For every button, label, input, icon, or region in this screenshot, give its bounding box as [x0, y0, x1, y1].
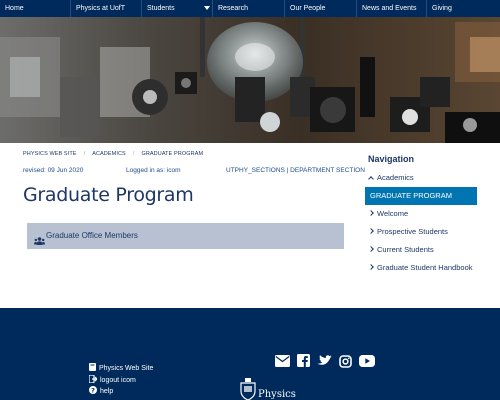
footer: Physics Web Site logout icom ? help Phys… [0, 308, 500, 400]
nav-research[interactable]: Research [213, 0, 285, 17]
nav-news-and-events-label: News and Events [362, 5, 417, 12]
footer-link-physics-web-site[interactable]: Physics Web Site [89, 363, 153, 373]
nav-physics-at-uoft-label: Physics at UofT [76, 5, 126, 12]
sidebar-item-current-students[interactable]: Current Students [365, 241, 477, 259]
sidebar-item-prospective-students[interactable]: Prospective Students [365, 223, 477, 241]
sidebar-item-label: Academics [377, 173, 414, 182]
sidebar-item-label: Prospective Students [377, 227, 448, 236]
sidebar-item-label: Current Students [377, 245, 434, 254]
sidebar-item-label: Welcome [377, 209, 409, 218]
sidebar-item-graduate-student-handbook[interactable]: Graduate Student Handbook [365, 259, 477, 277]
users-icon [34, 232, 45, 250]
graduate-office-members-panel[interactable]: Graduate Office Members [27, 223, 344, 249]
instagram-icon[interactable] [339, 355, 352, 368]
facebook-icon[interactable] [297, 354, 310, 367]
chevron-up-icon [368, 176, 374, 182]
sidebar-item-graduate-program[interactable]: GRADUATE PROGRAM [365, 187, 477, 205]
breadcrumb-academics[interactable]: ACADEMICS [92, 151, 126, 157]
sidebar-item-label: GRADUATE PROGRAM [370, 191, 452, 200]
nav-research-label: Research [218, 5, 248, 12]
nav-home[interactable]: Home [0, 0, 71, 17]
footer-link-label: help [100, 388, 114, 395]
sidebar-item-label: Graduate Student Handbook [377, 263, 473, 272]
breadcrumb-separator: / [83, 151, 86, 157]
twitter-icon[interactable] [317, 355, 332, 367]
footer-link-label: Physics Web Site [99, 365, 154, 372]
nav-news-and-events[interactable]: News and Events [357, 0, 427, 17]
top-navigation: Home Physics at UofT Students Research O… [0, 0, 500, 17]
sidebar-item-academics[interactable]: Academics [365, 169, 477, 187]
footer-logo-text: Physics [258, 389, 296, 400]
breadcrumb-separator: / [132, 151, 135, 157]
nav-home-label: Home [5, 5, 24, 12]
youtube-icon[interactable] [359, 355, 375, 367]
nav-students-label: Students [147, 5, 175, 12]
logged-in-status[interactable]: Logged in as: icom [126, 167, 181, 174]
sidebar-item-welcome[interactable]: Welcome [365, 205, 477, 223]
footer-link-logout[interactable]: logout icom [88, 374, 136, 385]
nav-our-people[interactable]: Our People [285, 0, 357, 17]
nav-giving-label: Giving [432, 5, 452, 12]
sections-links[interactable]: UTPHY_SECTIONS | DEPARTMENT SECTION [226, 167, 365, 174]
chevron-right-icon [368, 264, 374, 270]
breadcrumb-physics-web-site[interactable]: PHYSICS WEB SITE [23, 151, 77, 157]
graduate-office-members-link[interactable]: Graduate Office Members [46, 231, 138, 240]
chevron-right-icon [368, 210, 374, 216]
nav-our-people-label: Our People [290, 5, 326, 12]
hero-image [0, 17, 500, 143]
svg-text:?: ? [91, 387, 95, 395]
question-circle-icon: ? [89, 386, 97, 396]
university-crest-logo[interactable] [240, 378, 256, 400]
chevron-right-icon [368, 228, 374, 234]
footer-link-help[interactable]: ? help [89, 386, 113, 396]
nav-giving[interactable]: Giving [427, 0, 500, 17]
book-icon [89, 363, 96, 373]
email-icon[interactable] [275, 355, 290, 367]
chevron-right-icon [368, 246, 374, 252]
breadcrumb: PHYSICS WEB SITE / ACADEMICS / GRADUATE PROG… [23, 151, 203, 157]
sidebar-heading: Navigation [368, 154, 415, 164]
nav-students[interactable]: Students [142, 0, 213, 17]
footer-link-label: logout icom [100, 377, 136, 384]
breadcrumb-current: GRADUATE PROGRAM [141, 151, 204, 157]
revised-date: revised: 09 Jun 2020 [23, 167, 84, 174]
logout-icon [88, 374, 98, 385]
page-title: Graduate Program [23, 184, 194, 206]
nav-physics-at-uoft[interactable]: Physics at UofT [71, 0, 210, 17]
